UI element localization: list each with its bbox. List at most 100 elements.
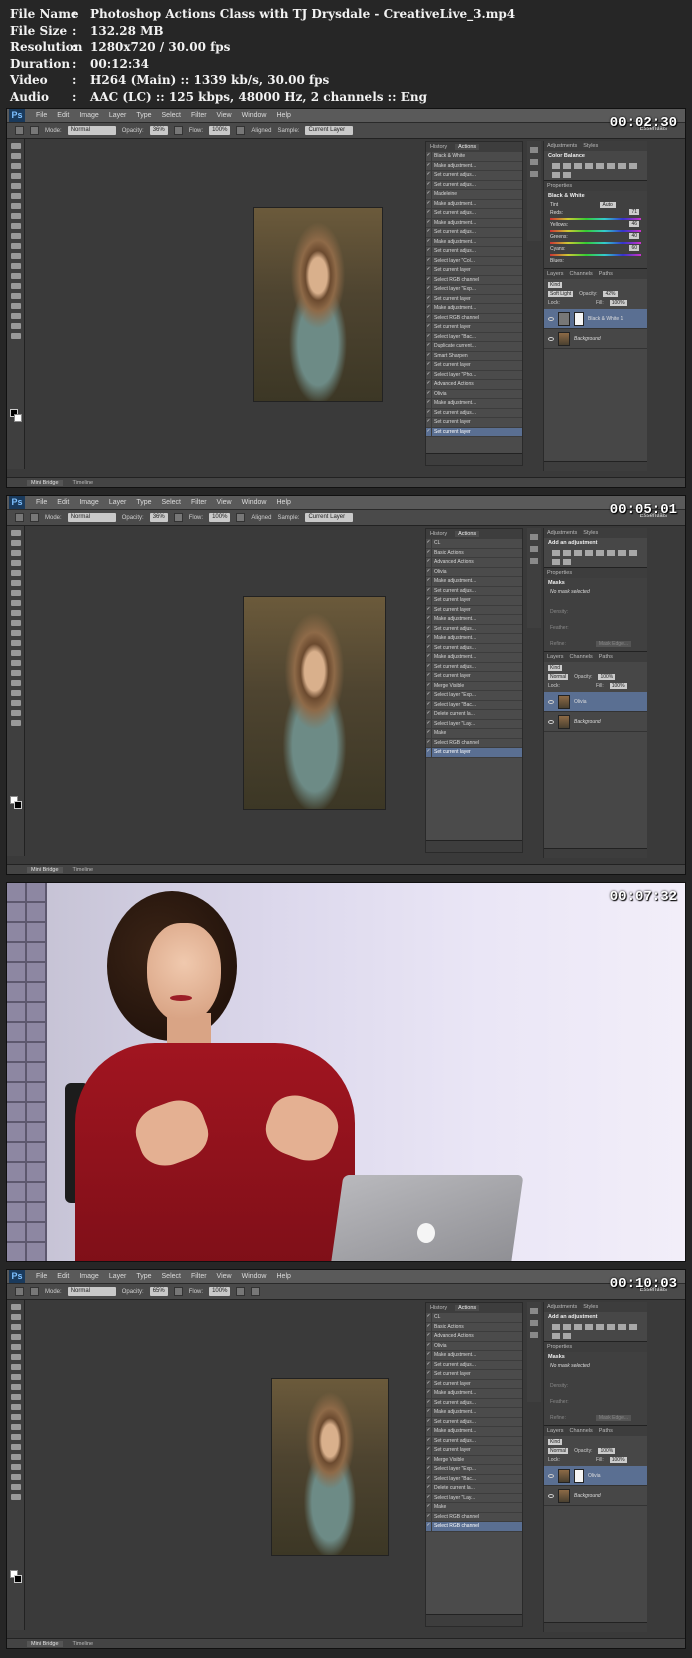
check-icon[interactable]: ✓: [426, 624, 432, 633]
exposure-icon[interactable]: [585, 1324, 593, 1330]
layer-row[interactable]: Background: [544, 329, 647, 349]
action-row[interactable]: ✓ Advanced Actions: [426, 380, 522, 390]
dodge-tool-icon[interactable]: [11, 1434, 21, 1440]
visibility-eye-icon[interactable]: [548, 336, 554, 341]
check-icon[interactable]: ✓: [426, 275, 432, 284]
check-icon[interactable]: ✓: [426, 643, 432, 652]
pen-tool-icon[interactable]: [11, 283, 21, 289]
menu-image[interactable]: Image: [74, 1273, 103, 1280]
action-row[interactable]: ✓ Select layer "Pho...: [426, 370, 522, 380]
tab-properties[interactable]: Properties: [547, 183, 572, 189]
action-row[interactable]: ✓ Make adjustment...: [426, 653, 522, 663]
check-icon[interactable]: ✓: [426, 342, 432, 351]
curves-icon[interactable]: [574, 550, 582, 556]
menu-type[interactable]: Type: [131, 112, 156, 119]
action-row[interactable]: ✓ Basic Actions: [426, 548, 522, 558]
dock-panel-icon[interactable]: [530, 1308, 538, 1314]
visibility-eye-icon[interactable]: [548, 316, 554, 321]
check-icon[interactable]: ✓: [426, 615, 432, 624]
move-tool-icon[interactable]: [11, 1304, 21, 1310]
action-row[interactable]: ✓ Set current layer: [426, 672, 522, 682]
brush-picker-icon[interactable]: [30, 126, 39, 135]
tab-channels[interactable]: Channels: [570, 654, 593, 660]
action-row[interactable]: ✓ Make adjustment...: [426, 634, 522, 644]
check-icon[interactable]: ✓: [426, 539, 432, 548]
hand-tool-icon[interactable]: [11, 323, 21, 329]
dock-panel-icon[interactable]: [530, 546, 538, 552]
brightness-icon[interactable]: [552, 163, 560, 169]
history-brush-tool-icon[interactable]: [11, 233, 21, 239]
action-row[interactable]: ✓ CL: [426, 1313, 522, 1323]
action-row[interactable]: ✓ Set current layer: [426, 596, 522, 606]
hand-tool-icon[interactable]: [11, 710, 21, 716]
brush-picker-icon[interactable]: [30, 1287, 39, 1296]
hue-saturation-icon[interactable]: [607, 1324, 615, 1330]
sample-select[interactable]: Current Layer: [305, 126, 354, 135]
check-icon[interactable]: ✓: [426, 237, 432, 246]
check-icon[interactable]: ✓: [426, 1522, 432, 1531]
tab-styles[interactable]: Styles: [583, 530, 598, 536]
menu-window[interactable]: Window: [237, 499, 272, 506]
blend-mode-select[interactable]: Soft Light: [548, 291, 574, 297]
check-icon[interactable]: ✓: [426, 548, 432, 557]
action-row[interactable]: ✓ Set current adjus...: [426, 180, 522, 190]
check-icon[interactable]: ✓: [426, 653, 432, 662]
check-icon[interactable]: ✓: [426, 1379, 432, 1388]
action-row[interactable]: ✓ Set current layer: [426, 418, 522, 428]
marquee-tool-icon[interactable]: [11, 1314, 21, 1320]
dock-panel-icon[interactable]: [530, 534, 538, 540]
flow-input[interactable]: 100%: [209, 126, 231, 135]
menu-edit[interactable]: Edit: [52, 1273, 74, 1280]
check-icon[interactable]: ✓: [426, 558, 432, 567]
menu-select[interactable]: Select: [157, 112, 186, 119]
action-row[interactable]: ✓ Make adjustment...: [426, 161, 522, 171]
action-row[interactable]: ✓ Advanced Actions: [426, 1332, 522, 1342]
document-canvas[interactable]: [25, 1300, 425, 1630]
menu-file[interactable]: File: [31, 499, 52, 506]
menu-view[interactable]: View: [212, 1273, 237, 1280]
action-row[interactable]: ✓ Set current layer: [426, 427, 522, 437]
zoom-tool-icon[interactable]: [11, 333, 21, 339]
menu-help[interactable]: Help: [272, 499, 296, 506]
layer-fill-input[interactable]: 100%: [609, 683, 627, 689]
action-row[interactable]: ✓ Set current adjus...: [426, 247, 522, 257]
check-icon[interactable]: ✓: [426, 681, 432, 690]
levels-icon[interactable]: [563, 1324, 571, 1330]
opacity-input[interactable]: 36%: [149, 126, 168, 135]
dock-panel-icon[interactable]: [530, 159, 538, 165]
airbrush-icon[interactable]: [236, 1287, 246, 1296]
levels-icon[interactable]: [563, 163, 571, 169]
layer-mask-thumb[interactable]: [574, 1468, 584, 1483]
tab-layers[interactable]: Layers: [547, 271, 564, 277]
check-icon[interactable]: ✓: [426, 1493, 432, 1502]
action-row[interactable]: ✓ Select layer "Bac...: [426, 700, 522, 710]
crop-tool-icon[interactable]: [11, 183, 21, 189]
lasso-tool-icon[interactable]: [11, 1324, 21, 1330]
layer-row[interactable]: Background: [544, 712, 647, 732]
visibility-eye-icon[interactable]: [548, 719, 554, 724]
check-icon[interactable]: ✓: [426, 247, 432, 256]
action-row[interactable]: ✓ Make adjustment...: [426, 1408, 522, 1418]
tab-layers[interactable]: Layers: [547, 1428, 564, 1434]
check-icon[interactable]: ✓: [426, 304, 432, 313]
hand-tool-icon[interactable]: [11, 1484, 21, 1490]
check-icon[interactable]: ✓: [426, 634, 432, 643]
pressure-opacity-icon[interactable]: [173, 126, 183, 135]
pen-tool-icon[interactable]: [11, 670, 21, 676]
menu-help[interactable]: Help: [272, 112, 296, 119]
hue-saturation-icon[interactable]: [607, 550, 615, 556]
healing-tool-icon[interactable]: [11, 590, 21, 596]
menu-select[interactable]: Select: [157, 499, 186, 506]
check-icon[interactable]: ✓: [426, 171, 432, 180]
flow-input[interactable]: 100%: [209, 1287, 231, 1296]
history-brush-tool-icon[interactable]: [11, 620, 21, 626]
check-icon[interactable]: ✓: [426, 228, 432, 237]
lasso-tool-icon[interactable]: [11, 550, 21, 556]
shape-tool-icon[interactable]: [11, 1474, 21, 1480]
pressure-opacity-icon[interactable]: [173, 1287, 183, 1296]
check-icon[interactable]: ✓: [426, 418, 432, 427]
type-tool-icon[interactable]: [11, 1454, 21, 1460]
action-row[interactable]: ✓ Set current adjus...: [426, 643, 522, 653]
check-icon[interactable]: ✓: [426, 1503, 432, 1512]
menu-file[interactable]: File: [31, 112, 52, 119]
